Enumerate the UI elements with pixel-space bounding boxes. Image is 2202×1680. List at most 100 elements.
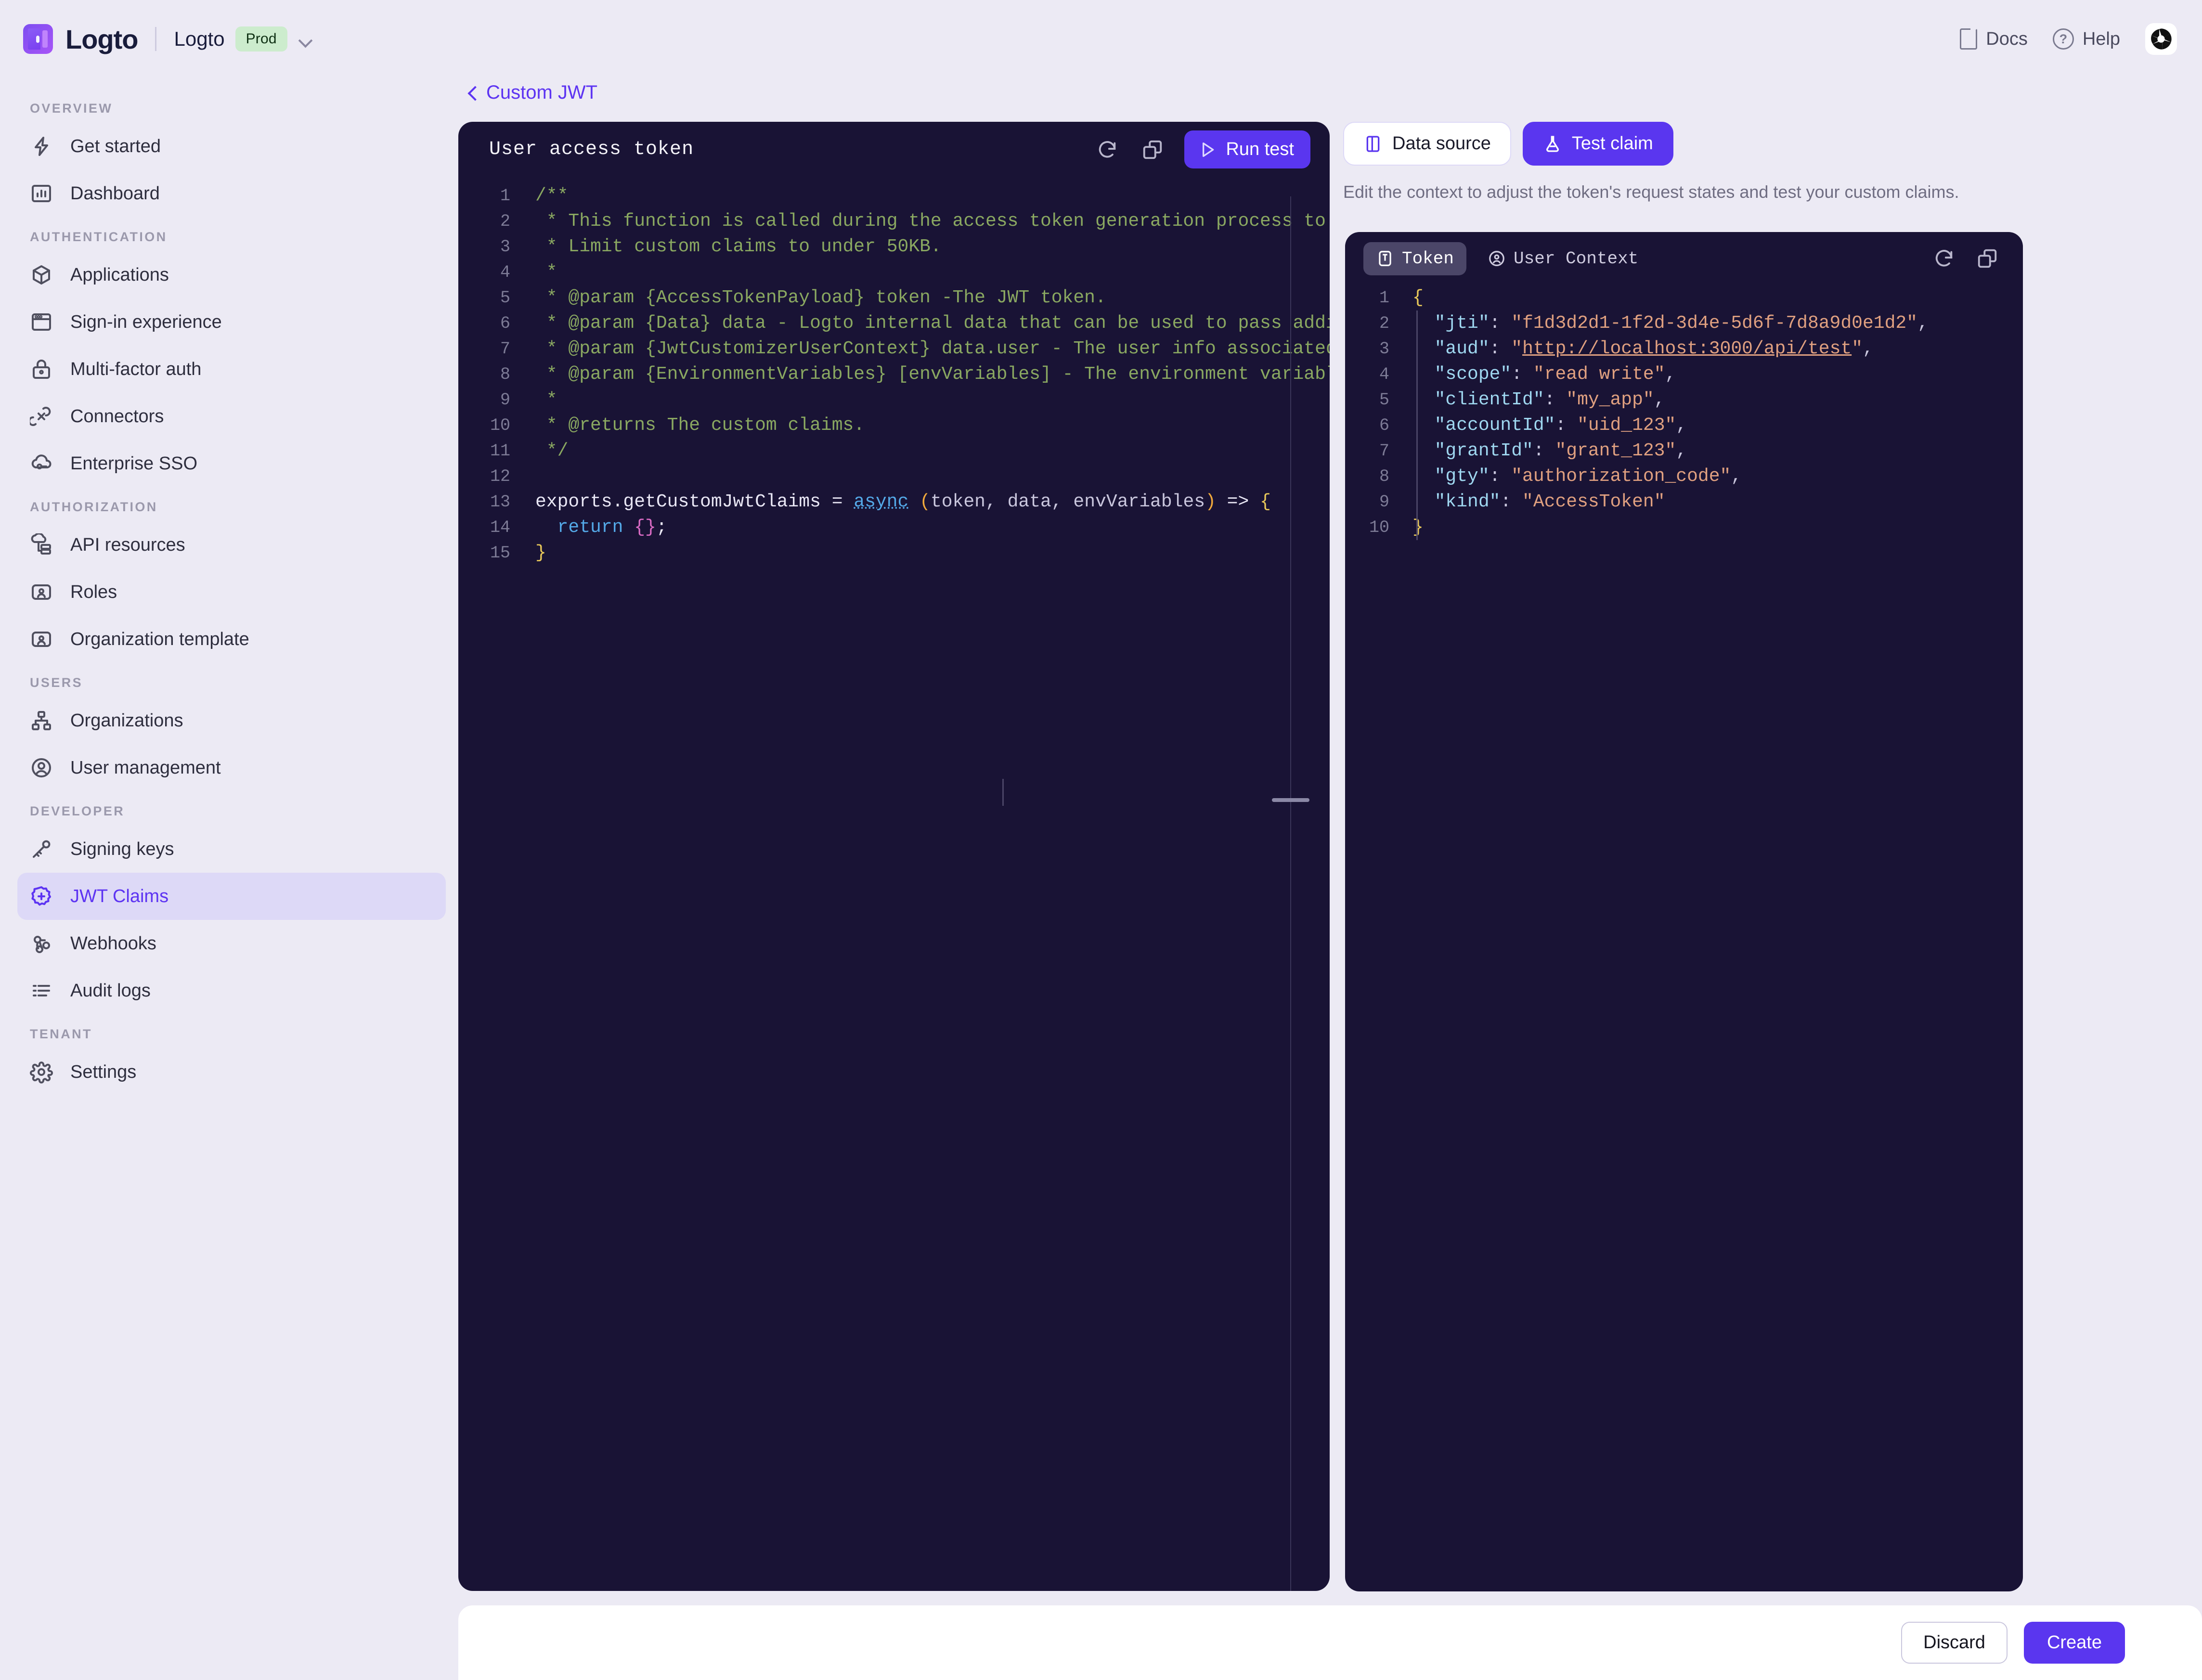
code-token: */ (535, 440, 569, 461)
run-test-button[interactable]: Run test (1184, 130, 1310, 168)
sidebar-item-label: Organization template (70, 629, 249, 649)
json-token: , (1676, 415, 1687, 436)
json-token: } (1412, 517, 1424, 538)
json-line: 4 "scope": "read write", (1345, 362, 2023, 387)
chevron-down-icon[interactable] (298, 31, 314, 47)
json-line: 7 "grantId": "grant_123", (1345, 438, 2023, 464)
line-number: 3 (500, 237, 510, 257)
sidebar-item-applications[interactable]: Applications (17, 251, 446, 298)
sidebar-item-get-started[interactable]: Get started (17, 123, 446, 170)
lock-icon (30, 358, 53, 381)
tab-label: Test claim (1571, 133, 1653, 154)
sidebar-item-signing-keys[interactable]: Signing keys (17, 826, 446, 873)
sidebar-item-roles[interactable]: Roles (17, 569, 446, 616)
code-token: /** (535, 185, 569, 206)
code-line: 11 */ (458, 438, 1330, 464)
docs-link[interactable]: Docs (1960, 28, 2028, 50)
line-number: 7 (500, 339, 510, 359)
code-line: 4 * (458, 259, 1330, 285)
code-token: ( (920, 491, 931, 512)
nav-group-label-developer: Developer (30, 804, 125, 818)
code-line: 12 (458, 464, 1330, 489)
nav-group-label-users: Users (30, 675, 83, 690)
code-token: * This function is called during the acc… (535, 211, 1330, 232)
json-area[interactable]: 1{2 "jti": "f1d3d2d1-1f2d-3d4e-5d6f-7d8a… (1345, 285, 2023, 540)
line-number: 9 (500, 390, 510, 410)
cloud-key-icon (30, 452, 53, 475)
bolt-icon (30, 135, 53, 158)
code-token: * @returns The custom claims. (535, 415, 865, 436)
sidebar-item-jwt-claims[interactable]: JWT Claims (17, 873, 446, 920)
line-number: 8 (1379, 466, 1389, 486)
sidebar-item-audit-logs[interactable]: Audit logs (17, 967, 446, 1014)
action-bar: Discard Create (458, 1605, 2202, 1680)
code-line: 2 * This function is called during the a… (458, 208, 1330, 234)
help-link[interactable]: ? Help (2052, 28, 2120, 50)
code-token: * Limit custom claims to under 50KB. (535, 236, 942, 257)
json-token: "uid_123" (1577, 415, 1676, 436)
json-token: "scope" (1434, 364, 1512, 385)
tab-test-claim[interactable]: Test claim (1522, 122, 1673, 166)
json-token: http://localhost:3000/api/test (1522, 338, 1852, 359)
line-number: 9 (1379, 492, 1389, 512)
sidebar-item-label: Signing keys (70, 839, 174, 859)
horizontal-scrollbar[interactable] (1272, 798, 1309, 802)
role-card-icon (30, 581, 53, 604)
json-token: "grant_123" (1555, 440, 1676, 461)
right-column: Data source Test claim Edit the context t… (1343, 122, 2027, 202)
sidebar-item-enterprise-sso[interactable]: Enterprise SSO (17, 440, 446, 487)
panel-icon (1363, 134, 1383, 154)
sidebar-item-api-resources[interactable]: API resources (17, 521, 446, 569)
code-token: * (535, 389, 557, 410)
sidebar-item-sign-in-experience[interactable]: Sign-in experience (17, 298, 446, 346)
line-number: 5 (1379, 390, 1389, 410)
right-panel-tabs: Data source Test claim (1343, 122, 2027, 166)
copy-icon[interactable] (1139, 136, 1166, 163)
reset-icon[interactable] (1930, 245, 1957, 272)
sidebar-item-organizations[interactable]: Organizations (17, 697, 446, 744)
create-button[interactable]: Create (2023, 1622, 2125, 1664)
json-token: , (1665, 364, 1676, 385)
flask-icon (1543, 134, 1562, 154)
context-actions (1930, 245, 2001, 272)
code-line: 5 * @param {AccessTokenPayload} token -T… (458, 285, 1330, 310)
sidebar-item-user-management[interactable]: User management (17, 744, 446, 791)
code-area[interactable]: 1/** 2 * This function is called during t… (458, 177, 1330, 1591)
tenant-switcher[interactable]: Logto Prod (174, 26, 314, 52)
code-token: exports.getCustomJwtClaims = (535, 491, 854, 512)
sidebar-item-organization-template[interactable]: Organization template (17, 616, 446, 663)
brand[interactable]: Logto (0, 24, 138, 55)
json-line: 2 "jti": "f1d3d2d1-1f2d-3d4e-5d6f-7d8a9d… (1345, 310, 2023, 336)
line-number: 4 (500, 262, 510, 282)
back-arrow-icon[interactable] (466, 87, 479, 99)
json-line: 3 "aud": " http://localhost:3000/api/test… (1345, 336, 2023, 362)
sidebar-item-settings[interactable]: Settings (17, 1048, 446, 1096)
sidebar-item-dashboard[interactable]: Dashboard (17, 170, 446, 217)
connectors-icon (30, 405, 53, 428)
code-line: 8 * @param {EnvironmentVariables} [envVa… (458, 362, 1330, 387)
context-tab-user-context[interactable]: User Context (1475, 242, 1651, 275)
sidebar-item-connectors[interactable]: Connectors (17, 393, 446, 440)
code-token: * @param {EnvironmentVariables} [envVari… (535, 364, 1330, 385)
divider (155, 27, 157, 51)
reset-icon[interactable] (1094, 136, 1121, 163)
tab-label: Data source (1392, 133, 1491, 154)
sidebar-item-label: API resources (70, 534, 185, 555)
line-number: 1 (1379, 288, 1389, 308)
list-icon (30, 979, 53, 1002)
tab-data-source[interactable]: Data source (1343, 122, 1511, 166)
token-icon (1376, 249, 1394, 268)
right-panel-description: Edit the context to adjust the token's r… (1343, 182, 1959, 202)
discard-button[interactable]: Discard (1901, 1622, 2008, 1664)
breadcrumb[interactable]: Custom JWT (466, 82, 597, 103)
sidebar-item-webhooks[interactable]: Webhooks (17, 920, 446, 967)
copy-icon[interactable] (1974, 245, 2001, 272)
avatar[interactable] (2145, 23, 2177, 55)
code-line: 7 * @param {JwtCustomizerUserContext} da… (458, 336, 1330, 362)
context-tab-token[interactable]: Token (1363, 242, 1467, 275)
sidebar-item-multi-factor-auth[interactable]: Multi-factor auth (17, 346, 446, 393)
key-icon (30, 838, 53, 861)
